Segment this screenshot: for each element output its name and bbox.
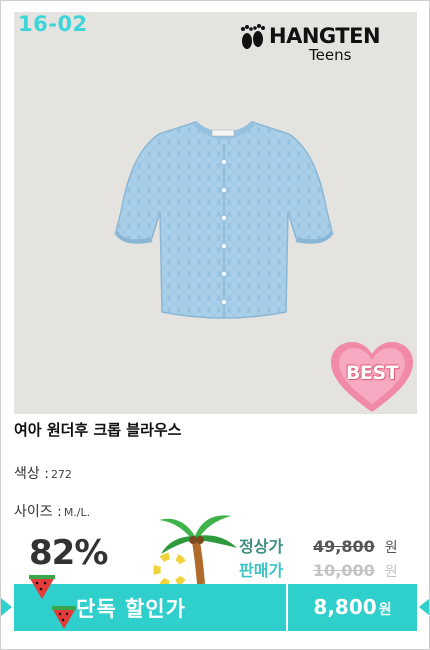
watermelon-icon [52,606,76,629]
color-value: 272 [50,468,72,481]
regular-price-value: 49,800 [313,537,375,556]
promo-label: 단독 할인가 [76,597,186,621]
product-code: 16-02 [18,12,88,36]
sale-price-row: 판매가 10,000 원 [239,557,398,581]
price-block: 정상가 49,800 원 판매가 10,000 원 [239,533,398,581]
palm-tree-icon [153,515,237,586]
promo-price-value: 8,800 [313,595,377,619]
left-arrow-decoration [1,598,12,616]
discount-rate: 82% [29,533,108,573]
best-label: BEST [345,362,399,384]
watermelon-icon [29,575,55,599]
right-arrow-decoration [419,598,429,616]
brand-logo: HANGTEN Teens [239,22,405,64]
sale-price-label: 판매가 [239,561,284,580]
regular-price-row: 정상가 49,800 원 [239,533,398,557]
product-title[interactable]: 여아 원더후 크롭 블라우스 [14,419,181,440]
brand-subline: Teens [309,46,352,64]
sale-price-value: 10,000 [313,561,375,580]
sale-price-unit: 원 [384,564,398,580]
brand-name: HANGTEN [269,24,381,48]
promo-price-unit: 원 [378,602,392,618]
size-label: 사이즈 : [14,504,62,520]
promo-price: 8,800 원 [288,584,417,631]
size-spec: 사이즈 : M./L. [14,501,90,521]
footprint-icon [241,24,265,49]
best-badge: BEST [331,342,413,414]
product-image[interactable]: 16-02 HANGTEN Teens BEST [14,12,417,414]
regular-price-label: 정상가 [239,537,284,556]
blouse-illustration [114,121,334,319]
product-card[interactable]: 16-02 HANGTEN Teens BEST 여아 원더후 크롭 블라우스 … [0,0,430,650]
size-value: M./L. [63,506,91,519]
color-spec: 색상 :272 [14,463,72,483]
promo-price-panel: 8,800 원 [288,584,429,631]
regular-price-unit: 원 [384,540,398,556]
color-label: 색상 : [14,466,49,482]
